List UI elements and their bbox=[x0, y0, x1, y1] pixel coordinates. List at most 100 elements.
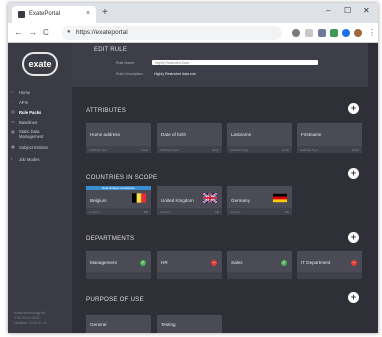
add-attribute-button[interactable]: + bbox=[348, 103, 359, 114]
country-name: United Kingdom bbox=[161, 198, 194, 203]
country-card[interactable]: Data Subject Jurisdiction Belgium Countr… bbox=[86, 186, 151, 215]
purpose-card[interactable]: General bbox=[86, 315, 151, 333]
browser-tab[interactable]: ExatePortal × bbox=[12, 6, 96, 23]
sidebar-item-label: Rule Packs bbox=[19, 110, 42, 115]
sidebar-item-label: Baselines bbox=[19, 120, 38, 125]
browser-window: ExatePortal × + – ☐ ✕ ← → C ● https://ex… bbox=[8, 3, 378, 333]
star-icon[interactable] bbox=[305, 29, 313, 37]
exate-logo: exate bbox=[22, 52, 58, 76]
country-name: Germany bbox=[231, 198, 250, 203]
department-name: Sales bbox=[231, 260, 243, 265]
baseline-icon: ▭ bbox=[11, 119, 15, 124]
jurisdiction-badge: Data Subject Jurisdiction bbox=[86, 186, 151, 190]
data-icon: ▦ bbox=[11, 129, 15, 134]
department-name: HR bbox=[161, 260, 168, 265]
sidebar-item-label: Subject Entities bbox=[19, 145, 48, 150]
rules-icon: ▤ bbox=[11, 109, 15, 114]
sidebar-item-subject-entities[interactable]: ▣ Subject Entities bbox=[8, 143, 72, 152]
attribute-card[interactable]: Date of birth Attribute Type Hash bbox=[157, 123, 222, 153]
department-card[interactable]: Sales ✓ bbox=[227, 251, 292, 279]
card-footer: Country BE bbox=[86, 208, 151, 215]
main-content: EDIT RULE Rule Name: Highly Restricted D… bbox=[72, 43, 378, 333]
attribute-card[interactable]: Lastname Attribute Type Hash bbox=[227, 123, 292, 153]
card-footer-label: Attribute Type bbox=[230, 148, 249, 152]
country-card[interactable]: Germany Country DE bbox=[227, 186, 292, 215]
extension-icon[interactable] bbox=[292, 29, 300, 37]
reload-button[interactable]: C bbox=[43, 28, 49, 37]
entities-icon: ▣ bbox=[11, 144, 15, 149]
country-card[interactable]: United Kingdom Country GB bbox=[157, 186, 222, 215]
add-purpose-button[interactable]: + bbox=[348, 292, 359, 303]
attribute-card[interactable]: Firstname Attribute Type Hash bbox=[297, 123, 362, 153]
department-card[interactable]: Management ✓ bbox=[86, 251, 151, 279]
department-card[interactable]: IT Department – bbox=[297, 251, 362, 279]
profile-avatar[interactable] bbox=[354, 29, 362, 37]
card-footer-label: Country bbox=[89, 210, 100, 214]
department-card[interactable]: HR – bbox=[157, 251, 222, 279]
attributes-title: ATTRIBUTES bbox=[86, 107, 127, 114]
card-footer: Attribute Type Hash bbox=[86, 146, 151, 153]
edit-rule-panel: EDIT RULE Rule Name: Highly Restricted D… bbox=[72, 43, 368, 87]
rule-description-label: Rule Description: bbox=[116, 72, 144, 76]
rule-name-input[interactable]: Highly Restricted Data bbox=[152, 60, 318, 65]
attribute-card[interactable]: Home address Attribute Type Hash bbox=[86, 123, 151, 153]
rule-name-label: Rule Name: bbox=[116, 61, 135, 65]
card-footer-label: Country bbox=[230, 210, 241, 214]
minimize-button[interactable]: – bbox=[326, 6, 330, 15]
attribute-name: Firstname bbox=[301, 132, 322, 137]
back-button[interactable]: ← bbox=[14, 27, 23, 37]
favicon-icon bbox=[18, 11, 25, 18]
extension-icon[interactable] bbox=[330, 29, 338, 37]
address-bar: ← → C ● https://exateportal ⋮ bbox=[8, 23, 378, 43]
sidebar-item-rule-packs[interactable]: ▤ Rule Packs bbox=[8, 108, 72, 117]
card-footer-value: Hash bbox=[351, 148, 359, 152]
purpose-name: General bbox=[90, 322, 107, 327]
card-footer-label: Country bbox=[160, 210, 171, 214]
card-footer-value: Hash bbox=[140, 148, 148, 152]
sidebar-item-apis[interactable]: ◦ APIs bbox=[8, 98, 72, 107]
lock-icon: ● bbox=[67, 29, 71, 35]
country-name: Belgium bbox=[90, 198, 107, 203]
card-footer: Attribute Type Hash bbox=[157, 146, 222, 153]
sidebar-item-baselines[interactable]: ▭ Baselines bbox=[8, 118, 72, 127]
card-footer-label: Attribute Type bbox=[160, 148, 179, 152]
sidebar-item-job-modes[interactable]: ▪ Job Modes bbox=[8, 155, 72, 164]
close-window-button[interactable]: ✕ bbox=[363, 6, 370, 15]
sidebar-item-label: APIs bbox=[19, 100, 28, 105]
card-footer: Country DE bbox=[227, 208, 292, 215]
card-footer-label: Attribute Type bbox=[300, 148, 319, 152]
sidebar-item-label: Static Data Management bbox=[19, 129, 44, 139]
home-icon: ⌂ bbox=[11, 89, 14, 94]
add-country-button[interactable]: + bbox=[348, 168, 359, 179]
tab-close-icon[interactable]: × bbox=[86, 10, 90, 17]
purpose-card[interactable]: Testing bbox=[157, 315, 222, 333]
extension-icon[interactable] bbox=[318, 29, 326, 37]
uk-flag-icon bbox=[203, 193, 217, 203]
card-footer-value: DE bbox=[284, 210, 289, 214]
card-footer-label: Attribute Type bbox=[89, 148, 108, 152]
sidebar: exate ⌂ Home ◦ APIs ▤ Rule Packs ▭ Basel… bbox=[8, 43, 72, 333]
forward-button[interactable]: → bbox=[28, 27, 37, 37]
departments-title: DEPARTMENTS bbox=[86, 235, 135, 242]
add-department-button[interactable]: + bbox=[348, 232, 359, 243]
sidebar-item-home[interactable]: ⌂ Home bbox=[8, 88, 72, 97]
new-tab-button[interactable]: + bbox=[102, 7, 108, 18]
attribute-name: Date of birth bbox=[161, 132, 187, 137]
attribute-name: Lastname bbox=[231, 132, 252, 137]
card-footer: Attribute Type Hash bbox=[227, 146, 292, 153]
menu-icon[interactable]: ⋮ bbox=[368, 28, 376, 37]
sidebar-item-label: Home bbox=[19, 90, 31, 95]
purpose-name: Testing bbox=[161, 322, 176, 327]
extension-icon[interactable] bbox=[342, 29, 350, 37]
purpose-title: PURPOSE OF USE bbox=[86, 296, 144, 303]
rule-description-value[interactable]: Highly Restricted data rule bbox=[154, 72, 196, 76]
tab-title: ExatePortal bbox=[29, 11, 61, 17]
department-name: Management bbox=[90, 260, 117, 265]
allowed-check-icon: ✓ bbox=[281, 260, 287, 266]
sidebar-item-static-data[interactable]: ▦ Static Data Management bbox=[8, 128, 72, 142]
sidebar-footer: exate technology ltd V.00.00.00.0000 Upd… bbox=[14, 311, 47, 326]
url-input[interactable]: ● https://exateportal bbox=[62, 26, 282, 40]
footer-updated: Updated: 2019-01-11 bbox=[14, 321, 47, 325]
edit-rule-title: EDIT RULE bbox=[94, 47, 128, 53]
maximize-button[interactable]: ☐ bbox=[344, 6, 351, 15]
